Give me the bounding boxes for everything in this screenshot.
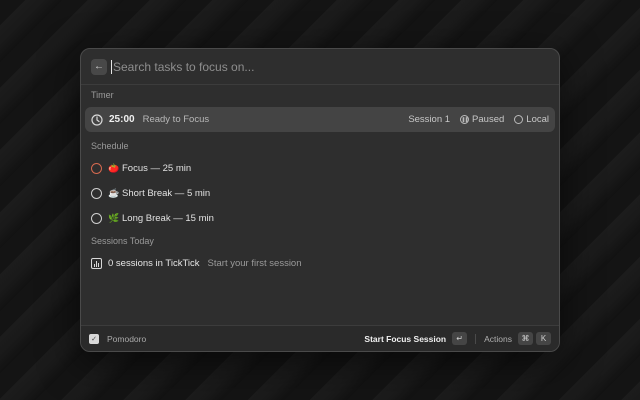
sessions-hint: Start your first session: [207, 258, 302, 269]
command-key-icon: ⌘: [518, 332, 533, 345]
session-label: Session 1: [408, 114, 451, 125]
radio-icon: [91, 163, 102, 174]
paused-accessory: ❚❚ Paused: [460, 114, 504, 125]
back-arrow-icon[interactable]: ←: [91, 58, 107, 75]
sessions-section-title: Sessions Today: [91, 236, 154, 246]
pomodoro-app-icon: ✓: [89, 333, 99, 344]
bar-chart-icon: [91, 258, 102, 269]
start-focus-session-button[interactable]: Start Focus Session: [364, 334, 446, 344]
schedule-section-title: Schedule: [91, 141, 129, 151]
local-accessory: Local: [514, 114, 549, 125]
sessions-count: 0 sessions in TickTick: [108, 258, 200, 269]
radio-icon: [91, 188, 102, 199]
pause-icon: ❚❚: [460, 115, 470, 124]
paused-label: Paused: [472, 114, 505, 125]
timer-time: 25:00: [109, 114, 135, 125]
circle-icon: [514, 115, 524, 124]
schedule-item-long-break[interactable]: 🌿 Long Break — 15 min: [81, 206, 559, 231]
timer-status: Ready to Focus: [142, 114, 210, 125]
local-label: Local: [526, 114, 549, 125]
sessions-row[interactable]: 0 sessions in TickTick Start your first …: [81, 251, 559, 276]
schedule-item-label: Focus — 25 min: [122, 163, 192, 174]
k-key-icon: K: [536, 332, 551, 345]
schedule-item-focus[interactable]: 🍅 Focus — 25 min: [81, 156, 559, 181]
clock-icon: [91, 113, 103, 126]
enter-key-icon: ↵: [452, 332, 468, 345]
timer-section-title: Timer: [91, 90, 114, 100]
tomato-icon: 🍅: [108, 163, 120, 173]
timer-row[interactable]: 25:00 Ready to Focus Session 1 ❚❚ Paused…: [85, 107, 555, 132]
app-name: Pomodoro: [107, 333, 147, 344]
search-bar: ←: [81, 49, 559, 85]
command-palette-window: ← Timer 25:00 Ready to Focus Session 1 ❚…: [80, 48, 560, 352]
leaf-icon: 🌿: [108, 213, 120, 223]
actions-button[interactable]: Actions: [484, 334, 512, 344]
schedule-item-short-break[interactable]: ☕ Short Break — 5 min: [81, 181, 559, 206]
search-input[interactable]: [111, 59, 549, 74]
schedule-item-label: Long Break — 15 min: [122, 213, 214, 224]
action-bar: ✓ Pomodoro Start Focus Session ↵ Actions…: [81, 325, 559, 351]
schedule-item-label: Short Break — 5 min: [122, 188, 211, 199]
radio-icon: [91, 213, 102, 224]
coffee-icon: ☕: [108, 188, 120, 198]
divider: [475, 333, 477, 344]
